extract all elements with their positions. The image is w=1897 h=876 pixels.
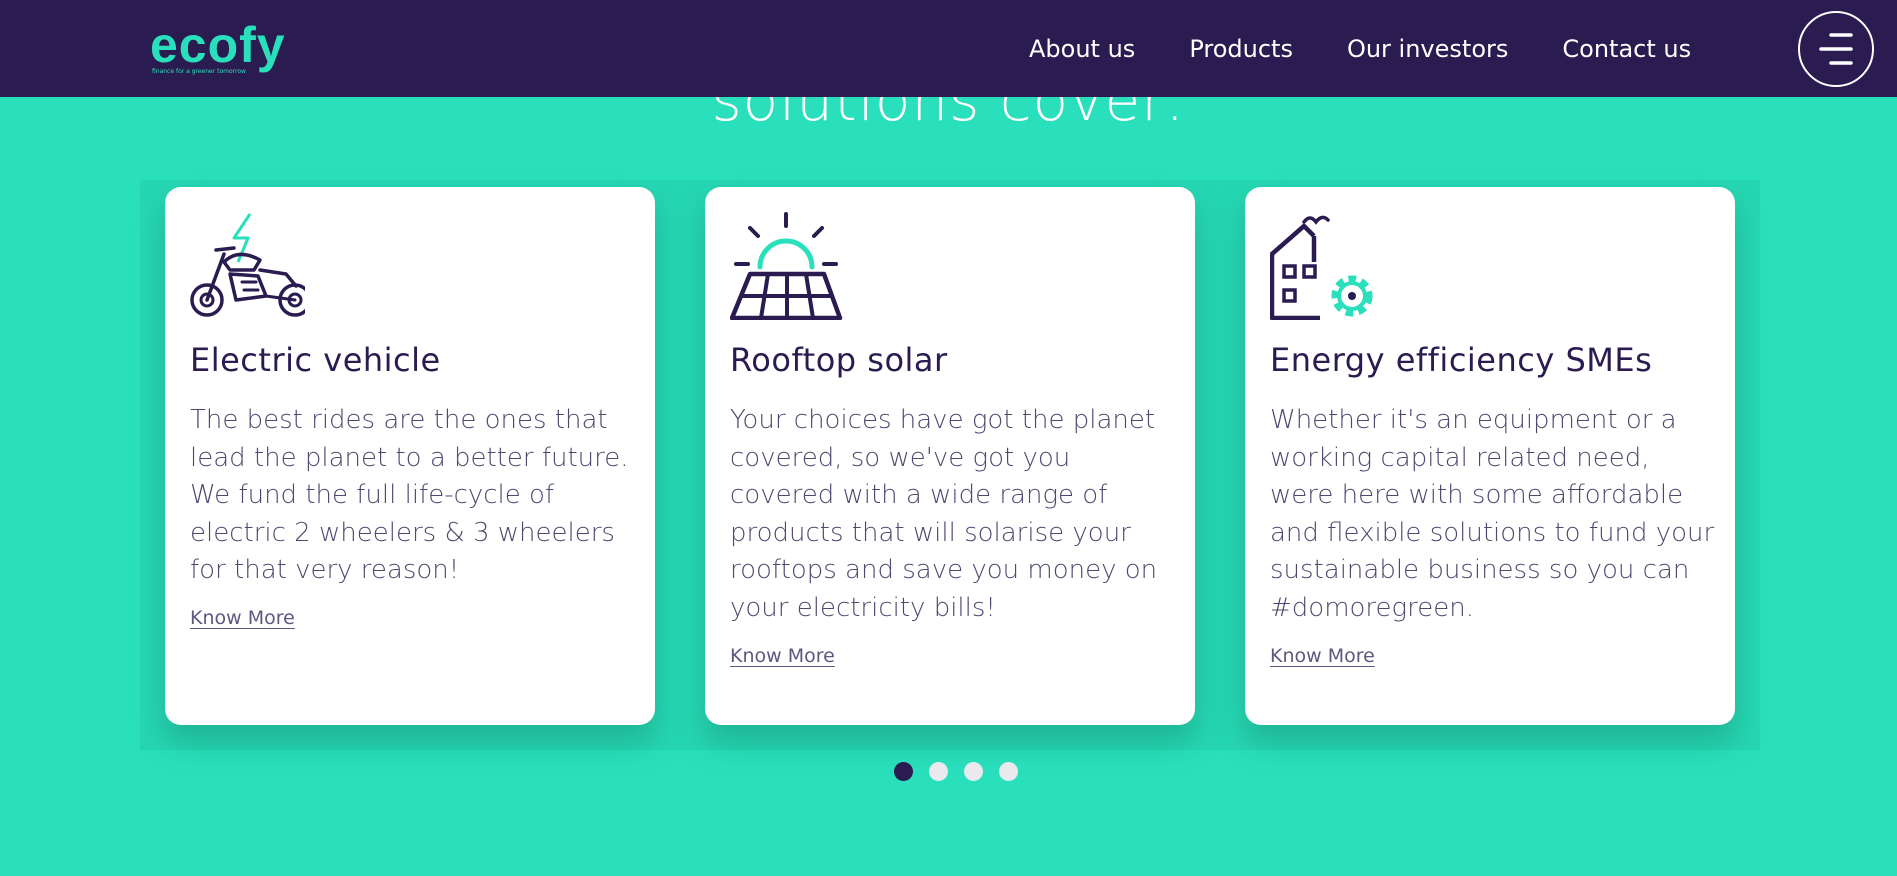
card-title: Energy efficiency SMEs xyxy=(1270,341,1653,379)
nav-about-us[interactable]: About us xyxy=(1029,35,1135,63)
card-title: Rooftop solar xyxy=(730,341,948,379)
carousel-dot-3[interactable] xyxy=(964,762,983,781)
nav-contact-us[interactable]: Contact us xyxy=(1562,35,1691,63)
carousel-dot-2[interactable] xyxy=(929,762,948,781)
know-more-link[interactable]: Know More xyxy=(1270,645,1375,667)
solar-panel-icon xyxy=(730,212,843,320)
know-more-link[interactable]: Know More xyxy=(190,607,295,629)
nav-products[interactable]: Products xyxy=(1189,35,1293,63)
know-more-link[interactable]: Know More xyxy=(730,645,835,667)
card-description: Your choices have got the planet covered… xyxy=(730,405,1158,623)
logo-wordmark: ecofy xyxy=(150,17,286,73)
carousel-dot-4[interactable] xyxy=(999,762,1018,781)
card-rooftop-solar: Rooftop solar Your choices have got the … xyxy=(705,187,1195,725)
site-header: ecofy finance for a greener tomorrow Abo… xyxy=(0,0,1897,97)
card-title: Electric vehicle xyxy=(190,341,441,379)
main-nav: About us Products Our investors Contact … xyxy=(1029,0,1745,97)
card-description: The best rides are the ones that lead th… xyxy=(190,405,629,585)
factory-gear-icon xyxy=(1270,215,1373,320)
carousel-dot-1[interactable] xyxy=(894,762,913,781)
logo[interactable]: ecofy finance for a greener tomorrow xyxy=(150,17,286,76)
carousel-pagination xyxy=(894,762,1034,781)
menu-button[interactable] xyxy=(1798,11,1874,87)
hamburger-menu-icon xyxy=(1819,33,1853,65)
card-energy-efficiency: Energy efficiency SMEs Whether it's an e… xyxy=(1245,187,1735,725)
card-electric-vehicle: Electric vehicle The best rides are the … xyxy=(165,187,655,725)
electric-motorcycle-icon xyxy=(190,213,305,317)
nav-our-investors[interactable]: Our investors xyxy=(1347,35,1508,63)
card-description: Whether it's an equipment or a working c… xyxy=(1270,405,1715,623)
